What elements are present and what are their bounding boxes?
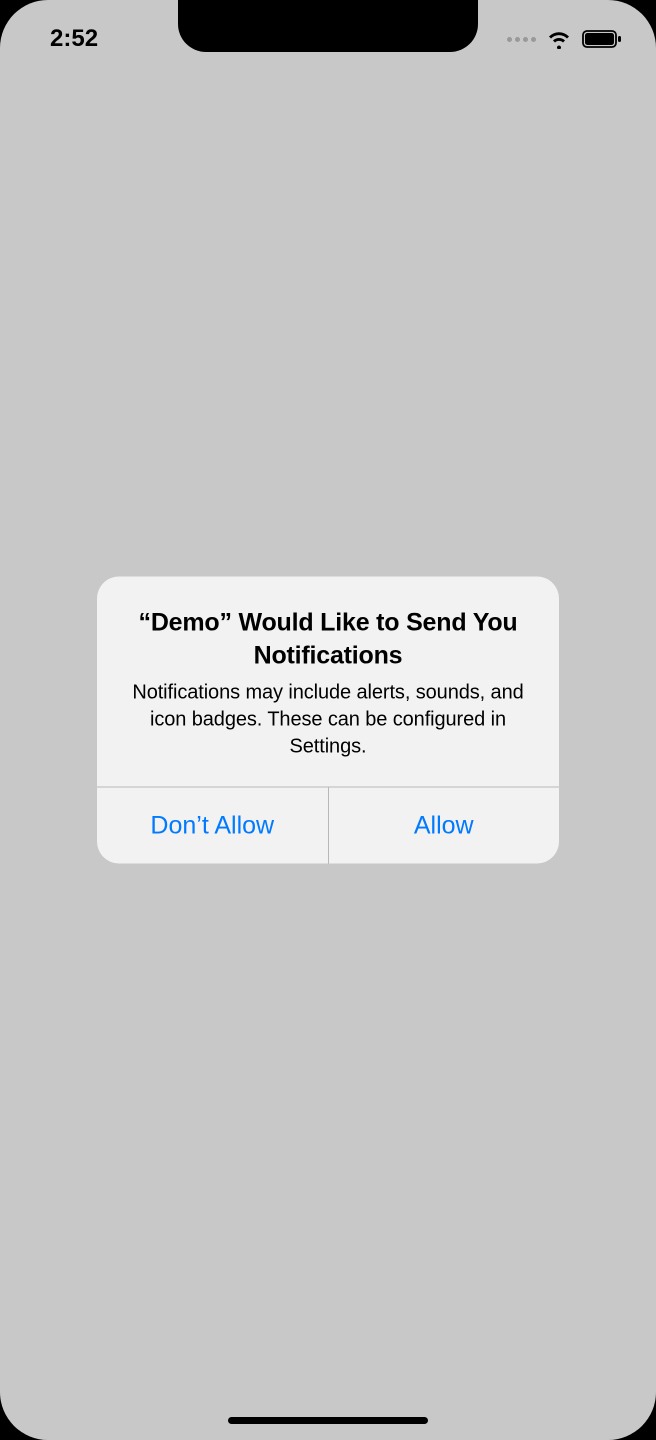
dont-allow-button[interactable]: Don’t Allow [97, 788, 329, 864]
cellular-signal-icon [507, 37, 536, 42]
wifi-icon [546, 29, 572, 49]
allow-button[interactable]: Allow [329, 788, 560, 864]
battery-icon [582, 29, 622, 49]
alert-content: “Demo” Would Like to Send You Notificati… [97, 577, 559, 787]
notification-permission-alert: “Demo” Would Like to Send You Notificati… [97, 577, 559, 864]
device-notch [178, 0, 478, 52]
status-icons [507, 21, 626, 49]
home-indicator[interactable] [228, 1417, 428, 1424]
alert-message: Notifications may include alerts, sounds… [121, 680, 535, 761]
alert-buttons: Don’t Allow Allow [97, 787, 559, 864]
alert-title: “Demo” Would Like to Send You Notificati… [121, 607, 535, 672]
device-frame: 2:52 “Demo” Would Like to Send You Notif… [0, 0, 656, 1440]
status-time: 2:52 [30, 17, 98, 53]
